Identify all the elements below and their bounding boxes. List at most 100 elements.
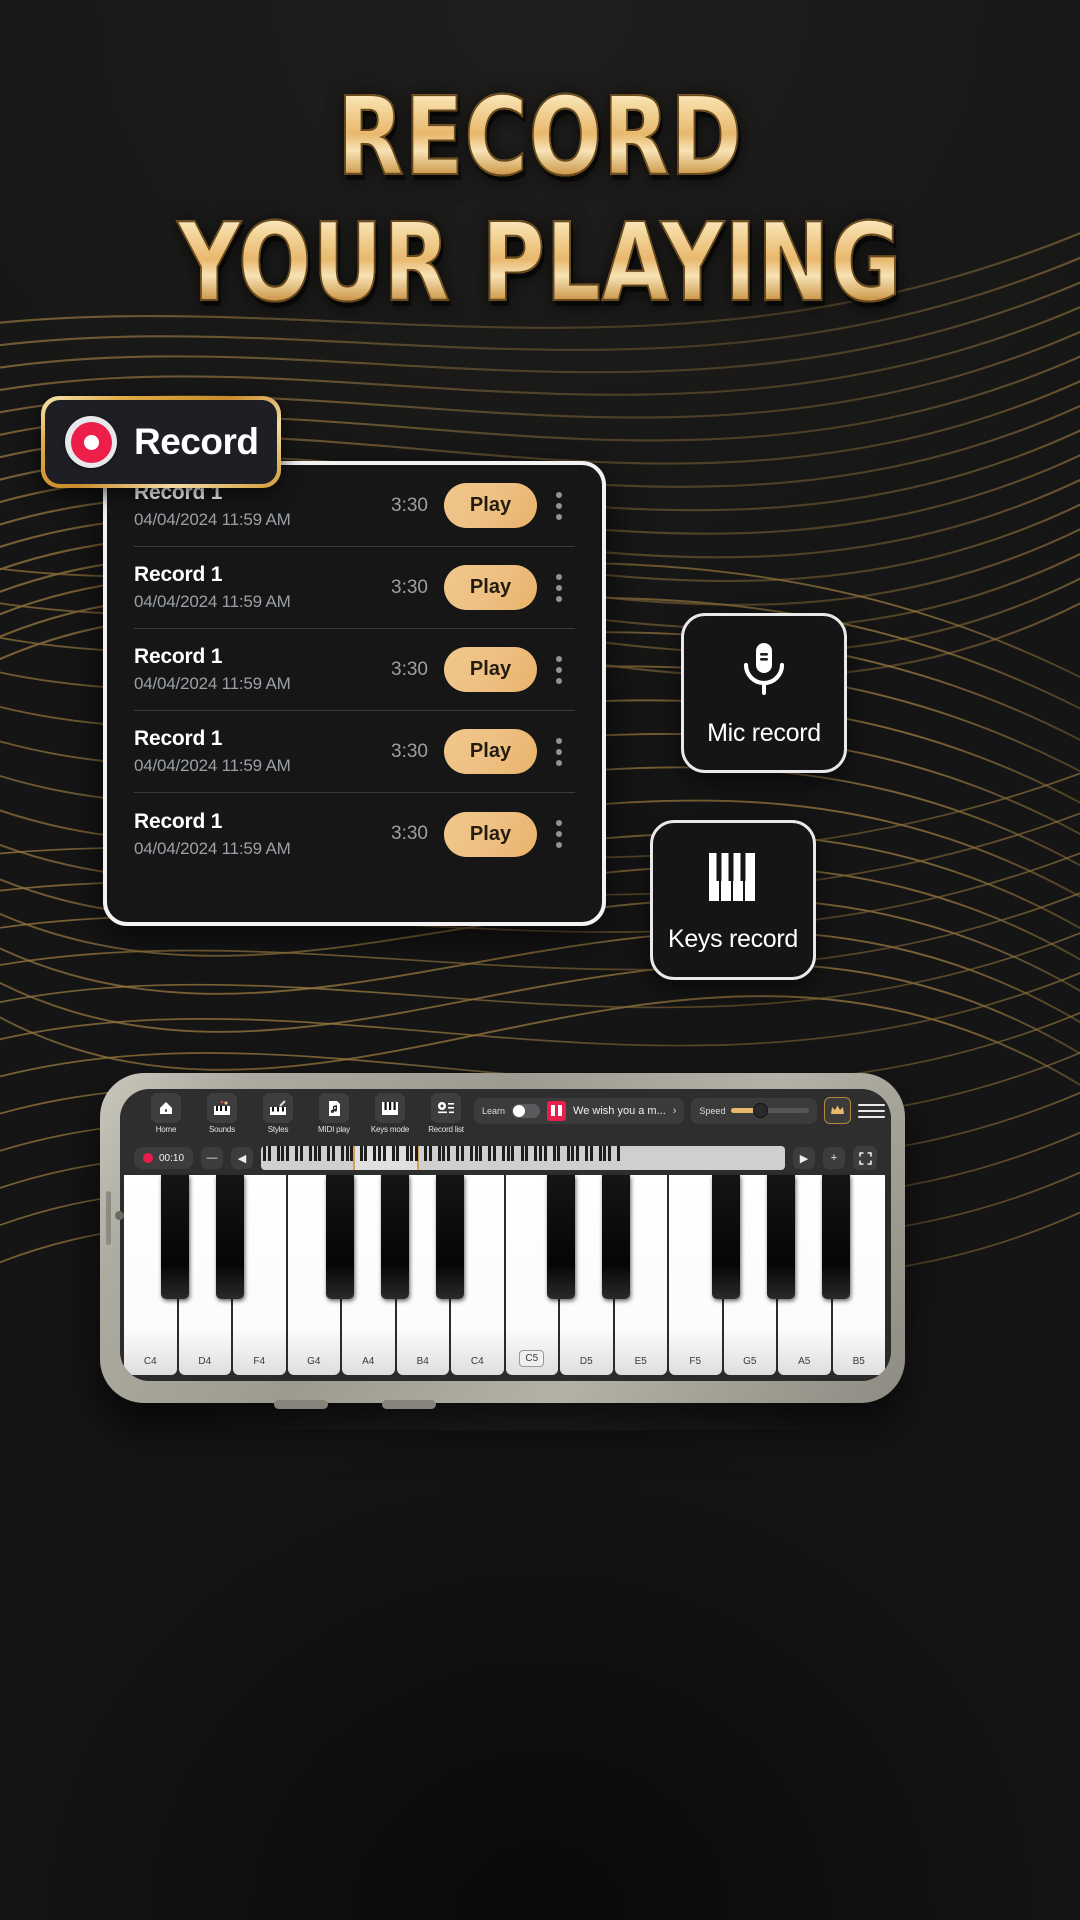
white-key-label: G5 — [743, 1356, 757, 1367]
mini-black-key — [474, 1146, 478, 1161]
mini-black-key — [603, 1146, 607, 1161]
speed-control: Speed — [691, 1097, 818, 1124]
overflow-menu-icon[interactable] — [543, 573, 575, 602]
black-key[interactable] — [161, 1175, 190, 1299]
recording-timer: 00:10 — [134, 1147, 194, 1169]
mini-black-key — [267, 1146, 271, 1161]
overflow-menu-icon[interactable] — [543, 655, 575, 684]
toolbar-item-home[interactable]: Home — [138, 1093, 194, 1134]
play-button[interactable]: Play — [444, 565, 537, 610]
record-meta: Record 1 04/04/2024 11:59 AM — [134, 727, 391, 776]
black-key[interactable] — [436, 1175, 465, 1299]
toolbar-item-sounds[interactable]: Sounds — [194, 1093, 250, 1134]
mini-black-key — [341, 1146, 345, 1161]
mini-black-key — [511, 1146, 515, 1161]
mic-record-button[interactable]: Mic record — [681, 613, 847, 773]
mic-record-label: Mic record — [707, 718, 821, 747]
mini-black-key — [345, 1146, 349, 1161]
recording-indicator-icon — [143, 1153, 153, 1163]
octave-plus-button[interactable]: + — [823, 1147, 845, 1169]
crown-icon[interactable] — [824, 1097, 852, 1124]
page-title: RECORD YOUR PLAYING — [0, 83, 1080, 318]
speed-label: Speed — [699, 1105, 726, 1116]
overflow-menu-icon[interactable] — [543, 820, 575, 848]
mini-black-key — [295, 1146, 299, 1161]
black-key[interactable] — [601, 1175, 630, 1299]
chevron-right-icon[interactable]: › — [673, 1105, 677, 1117]
keys-mode-icon — [375, 1093, 405, 1123]
mini-black-key — [585, 1146, 589, 1161]
record-list-row[interactable]: Record 1 04/04/2024 11:59 AM 3:30 Play — [134, 629, 575, 711]
record-duration: 3:30 — [391, 823, 428, 844]
tablet-foot-right — [382, 1400, 436, 1409]
mini-black-key — [447, 1146, 451, 1161]
play-button[interactable]: Play — [444, 729, 537, 774]
mini-black-key — [534, 1146, 538, 1161]
record-duration: 3:30 — [391, 576, 428, 598]
piano-keyboard[interactable]: C4 D4 F4 G4 A4 B4 C4 C5 D5 E5 F5 G5 A5 B5 — [120, 1175, 891, 1381]
mini-black-key — [364, 1146, 368, 1161]
hamburger-menu-icon[interactable] — [858, 1097, 886, 1124]
white-key-label: A5 — [798, 1356, 811, 1367]
play-button[interactable]: Play — [444, 647, 537, 692]
headline-line-1: RECORD — [108, 83, 972, 193]
mini-black-key — [557, 1146, 561, 1161]
fullscreen-icon[interactable] — [853, 1146, 877, 1170]
mini-black-key — [502, 1146, 506, 1161]
record-list-row[interactable]: Record 1 04/04/2024 11:59 AM 3:30 Play — [134, 711, 575, 793]
keys-record-button[interactable]: Keys record — [650, 820, 816, 980]
black-key[interactable] — [546, 1175, 575, 1299]
mini-black-key — [299, 1146, 303, 1161]
mini-black-key — [566, 1146, 570, 1161]
tablet-foot-left — [274, 1400, 328, 1409]
black-key[interactable] — [766, 1175, 795, 1299]
white-key-label: B5 — [852, 1356, 865, 1367]
mini-black-key — [327, 1146, 331, 1161]
record-name: Record 1 — [134, 645, 223, 668]
toolbar-item-styles[interactable]: Styles — [250, 1093, 306, 1134]
white-key-label: C5 — [519, 1350, 545, 1367]
record-name: Record 1 — [134, 727, 223, 750]
record-list-row[interactable]: Record 1 04/04/2024 11:59 AM 3:30 Play — [134, 793, 575, 875]
record-button[interactable]: Record — [41, 396, 281, 488]
overflow-menu-icon[interactable] — [543, 491, 575, 520]
scroll-right-button[interactable]: ▶ — [793, 1147, 815, 1169]
mini-black-key — [571, 1146, 575, 1161]
keyboard-overview-window[interactable] — [353, 1146, 420, 1170]
learn-label: Learn — [482, 1105, 506, 1116]
keyboard-overview-strip[interactable] — [261, 1146, 785, 1170]
record-duration: 3:30 — [391, 740, 428, 762]
black-key[interactable] — [711, 1175, 740, 1299]
record-name: Record 1 — [134, 563, 223, 586]
speed-slider-knob[interactable] — [753, 1103, 769, 1118]
midi-file-icon — [319, 1093, 349, 1123]
toolbar-item-label: Home — [155, 1125, 177, 1134]
scroll-left-button[interactable]: ◀ — [231, 1147, 254, 1169]
toolbar-item-keys-mode[interactable]: Keys mode — [362, 1093, 418, 1134]
mini-black-key — [575, 1146, 579, 1161]
play-button[interactable]: Play — [444, 483, 537, 528]
black-key[interactable] — [216, 1175, 245, 1299]
play-button[interactable]: Play — [444, 811, 537, 857]
record-list-row[interactable]: Record 1 04/04/2024 11:59 AM 3:30 Play — [134, 547, 575, 629]
record-datetime: 04/04/2024 11:59 AM — [134, 592, 291, 611]
black-key[interactable] — [326, 1175, 355, 1299]
speed-slider[interactable] — [731, 1103, 810, 1118]
song-title[interactable]: We wish you a m... — [573, 1105, 666, 1117]
pause-icon[interactable] — [547, 1100, 567, 1121]
mini-black-key — [525, 1146, 529, 1161]
octave-minus-button[interactable]: — — [201, 1147, 224, 1169]
learn-toggle[interactable] — [512, 1103, 541, 1118]
app-toolbar-right: Learn We wish you a m... › Speed — [474, 1093, 886, 1124]
toolbar-item-midi-play[interactable]: MIDI play — [306, 1093, 362, 1134]
overflow-menu-icon[interactable] — [543, 737, 575, 766]
mini-black-key — [552, 1146, 556, 1161]
mini-black-key — [493, 1146, 497, 1161]
mini-black-key — [424, 1146, 428, 1161]
toolbar-item-record-list[interactable]: Record list — [418, 1093, 474, 1134]
white-key-label: F5 — [689, 1356, 702, 1367]
black-key[interactable] — [821, 1175, 850, 1299]
black-key[interactable] — [381, 1175, 410, 1299]
record-duration: 3:30 — [391, 494, 428, 516]
white-key-label: G4 — [307, 1356, 321, 1367]
